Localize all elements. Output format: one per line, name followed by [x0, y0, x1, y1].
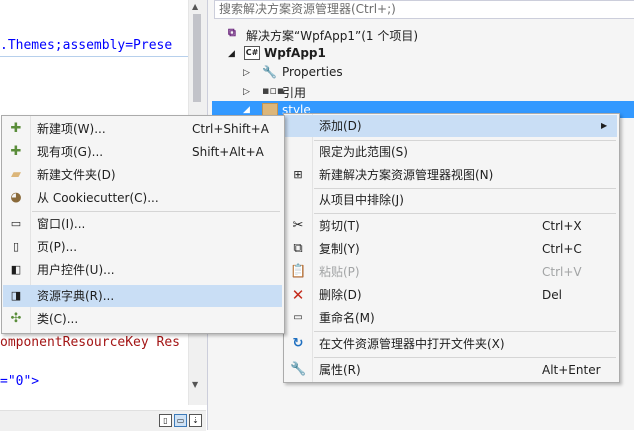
existing-item-icon: ✚ — [10, 144, 22, 159]
code-line-resourcekey: omponentResourceKey Res — [0, 335, 181, 350]
copy-icon: ⧉ — [293, 241, 303, 256]
submenu-item-new-folder[interactable]: ▰ 新建文件夹(D) — [3, 164, 282, 186]
submenu-item-page-label: 页(P)... — [37, 240, 78, 254]
solution-search-input[interactable]: 搜索解决方案资源管理器(Ctrl+;) — [214, 0, 634, 19]
split-vertical-icon[interactable]: ▭ — [174, 414, 187, 427]
menu-item-paste-shortcut: Ctrl+V — [542, 265, 582, 279]
new-folder-icon: ▰ — [11, 167, 21, 182]
menu-item-delete-label: 删除(D) — [319, 288, 362, 302]
resource-dictionary-icon: ◨ — [10, 289, 22, 302]
submenu-item-new-folder-label: 新建文件夹(D) — [37, 168, 116, 182]
collapse-pane-icon[interactable]: ⇣ — [189, 414, 202, 427]
refresh-arrow-icon: ↻ — [292, 336, 304, 351]
menu-item-properties-label: 属性(R) — [319, 363, 361, 377]
menu-item-copy-label: 复制(Y) — [319, 242, 360, 256]
submenu-item-page[interactable]: ▯ 页(P)... — [3, 236, 282, 258]
tree-properties[interactable]: Properties — [282, 65, 343, 79]
submenu-item-cookiecutter[interactable]: ◕ 从 Cookiecutter(C)... — [3, 187, 282, 209]
user-control-icon: ◧ — [10, 263, 22, 276]
wrench-icon: 🔧 — [290, 362, 307, 377]
submenu-item-new-item[interactable]: ✚ 新建项(W)... Ctrl+Shift+A — [3, 118, 282, 140]
submenu-item-class-label: 类(C)... — [37, 312, 79, 326]
submenu-item-new-item-shortcut: Ctrl+Shift+A — [192, 122, 269, 136]
expand-project-icon[interactable]: ◢ — [228, 49, 235, 59]
menu-item-properties[interactable]: 🔧 属性(R) Alt+Enter — [285, 359, 617, 381]
scissors-icon: ✂ — [292, 218, 304, 233]
new-item-icon: ✚ — [10, 121, 22, 136]
submenu-item-window[interactable]: ▭ 窗口(I)... — [3, 213, 282, 235]
menu-item-open-folder-label: 在文件资源管理器中打开文件夹(X) — [319, 337, 505, 351]
submenu-item-existing-item-label: 现有项(G)... — [37, 145, 104, 159]
page-icon: ▯ — [12, 240, 20, 253]
menu-item-paste-label: 粘贴(P) — [319, 265, 360, 279]
submenu-item-resource-dictionary[interactable]: ◨ 资源字典(R)... — [3, 285, 282, 307]
expand-references-icon[interactable]: ▷ — [243, 87, 250, 97]
window-icon: ▭ — [10, 217, 22, 230]
submenu-item-user-control-label: 用户控件(U)... — [37, 263, 115, 277]
expand-folder-icon[interactable]: ◢ — [243, 105, 250, 115]
menu-item-open-folder[interactable]: ↻ 在文件资源管理器中打开文件夹(X) — [285, 333, 617, 355]
submenu-item-cookiecutter-label: 从 Cookiecutter(C)... — [37, 191, 159, 205]
submenu-separator — [32, 211, 280, 212]
current-line-marker — [0, 56, 188, 57]
submenu-item-resource-dictionary-label: 资源字典(R)... — [37, 289, 115, 303]
tree-project[interactable]: WpfApp1 — [264, 46, 326, 60]
paste-icon: 📋 — [290, 264, 307, 279]
class-icon: ✣ — [10, 311, 22, 326]
menu-item-delete-shortcut: Del — [542, 288, 562, 302]
submenu-arrow-icon: ▶ — [601, 121, 608, 130]
tree-solution[interactable]: 解决方案“WpfApp1”(1 个项目) — [246, 27, 418, 44]
menu-item-copy[interactable]: ⧉ 复制(Y) Ctrl+C — [285, 238, 617, 260]
menu-item-rename-label: 重命名(M) — [319, 311, 375, 325]
menu-item-exclude-label: 从项目中排除(J) — [319, 193, 404, 207]
split-horizontal-icon[interactable]: ▯ — [159, 414, 172, 427]
code-line-value: ="0"> — [0, 374, 40, 389]
rename-icon: ▭ — [293, 312, 303, 323]
menu-item-delete[interactable]: ✕ 删除(D) Del — [285, 284, 617, 306]
code-line-namespace: .Themes;assembly=Prese — [0, 38, 173, 53]
menu-item-add[interactable]: 添加(D) ▶ — [285, 115, 617, 137]
csharp-project-icon: C# — [244, 46, 260, 60]
expand-properties-icon[interactable]: ▷ — [243, 68, 250, 78]
wrench-icon: 🔧 — [262, 65, 277, 79]
menu-item-scope[interactable]: 限定为此范围(S) — [285, 141, 617, 163]
submenu-item-user-control[interactable]: ◧ 用户控件(U)... — [3, 259, 282, 281]
new-view-icon: ⊞ — [293, 168, 303, 181]
menu-separator — [314, 213, 616, 214]
menu-item-cut-shortcut: Ctrl+X — [542, 219, 582, 233]
scroll-up-icon[interactable]: ▲ — [192, 2, 198, 11]
menu-item-copy-shortcut: Ctrl+C — [542, 242, 582, 256]
menu-item-cut[interactable]: ✂ 剪切(T) Ctrl+X — [285, 215, 617, 237]
menu-separator — [314, 331, 616, 332]
menu-item-add-label: 添加(D) — [319, 119, 362, 133]
submenu-item-class[interactable]: ✣ 类(C)... — [3, 308, 282, 330]
menu-item-rename[interactable]: ▭ 重命名(M) — [285, 307, 617, 329]
cookie-icon: ◕ — [10, 190, 22, 205]
submenu-item-existing-item-shortcut: Shift+Alt+A — [192, 145, 264, 159]
solution-icon: ⧉ — [228, 26, 236, 39]
menu-item-cut-label: 剪切(T) — [319, 219, 360, 233]
submenu-item-new-item-label: 新建项(W)... — [37, 122, 106, 136]
tree-references[interactable]: 引用 — [282, 84, 306, 101]
menu-item-scope-label: 限定为此范围(S) — [319, 145, 408, 159]
scroll-down-icon[interactable]: ▼ — [192, 380, 198, 389]
menu-separator — [314, 357, 616, 358]
context-menu: 添加(D) ▶ 限定为此范围(S) ⊞ 新建解决方案资源管理器视图(N) 从项目… — [283, 113, 620, 383]
editor-scroll-thumb[interactable] — [193, 14, 201, 102]
menu-item-new-view-label: 新建解决方案资源管理器视图(N) — [319, 168, 494, 182]
menu-item-new-view[interactable]: ⊞ 新建解决方案资源管理器视图(N) — [285, 164, 617, 186]
submenu-item-existing-item[interactable]: ✚ 现有项(G)... Shift+Alt+A — [3, 141, 282, 163]
menu-item-paste: 📋 粘贴(P) Ctrl+V — [285, 261, 617, 283]
menu-item-properties-shortcut: Alt+Enter — [542, 363, 601, 377]
menu-item-exclude[interactable]: 从项目中排除(J) — [285, 189, 617, 211]
delete-icon: ✕ — [291, 286, 305, 304]
submenu-item-window-label: 窗口(I)... — [37, 217, 86, 231]
add-submenu: ✚ 新建项(W)... Ctrl+Shift+A ✚ 现有项(G)... Shi… — [1, 115, 285, 334]
